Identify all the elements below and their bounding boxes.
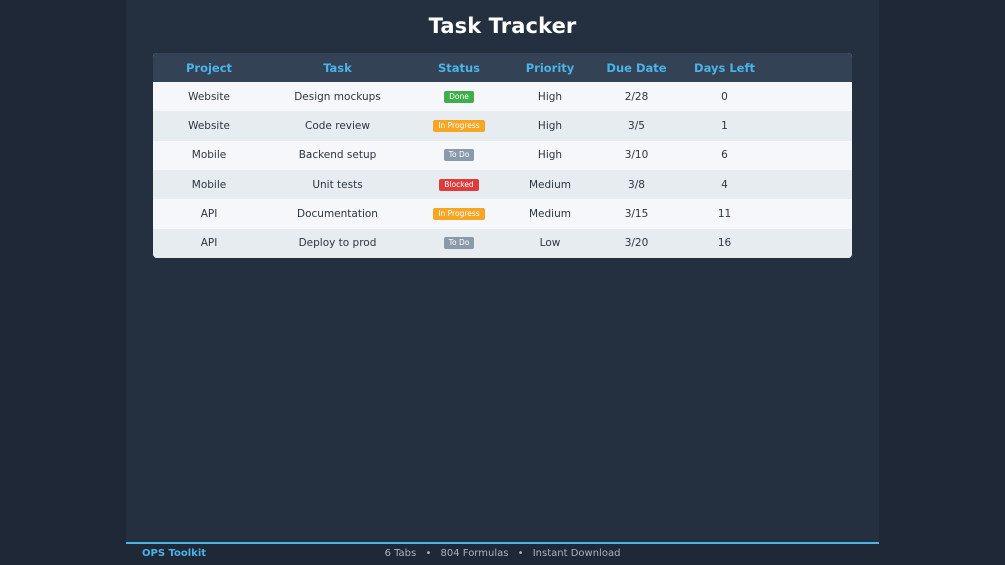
cell-status: To Do — [410, 149, 508, 162]
cell-task: Design mockups — [294, 90, 381, 103]
cell-days-left: 4 — [721, 178, 728, 191]
cell-project: Website — [188, 90, 230, 103]
column-header-project: Project — [185, 60, 233, 75]
footer: OPS Toolkit 6 Tabs • 804 Formulas • Inst… — [126, 542, 879, 565]
footer-item-tabs: 6 Tabs — [384, 548, 417, 559]
cell-status: In Progress — [410, 207, 508, 220]
column-header-days-left: Days Left — [694, 60, 755, 75]
status-badge: In Progress — [433, 207, 485, 220]
column-header-status: Status — [437, 60, 481, 75]
footer-item-formulas: 804 Formulas — [440, 548, 509, 559]
cell-days-left: 0 — [721, 90, 728, 103]
cell-priority: High — [537, 90, 563, 103]
column-header-due-date: Due Date — [606, 60, 667, 75]
table-row: API Documentation In Progress Medium 3/1… — [153, 199, 852, 229]
cell-priority: High — [537, 149, 563, 162]
task-table: Project Task Status Priority Due Date Da… — [153, 53, 852, 258]
page-title: Task Tracker — [428, 14, 577, 38]
cell-status: In Progress — [410, 119, 508, 132]
table-row: Mobile Backend setup To Do High 3/10 6 — [153, 140, 852, 170]
column-header-task: Task — [323, 60, 352, 75]
footer-separator: • — [517, 548, 524, 559]
cell-days-left: 16 — [717, 237, 732, 250]
table-row: Website Design mockups Done High 2/28 0 — [153, 82, 852, 112]
cell-days-left: 11 — [717, 207, 732, 220]
cell-project: API — [200, 207, 218, 220]
footer-info: 6 Tabs • 804 Formulas • Instant Download — [126, 548, 879, 559]
cell-task: Backend setup — [298, 149, 377, 162]
cell-task: Unit tests — [312, 178, 363, 191]
cell-due-date: 3/15 — [624, 207, 649, 220]
cell-task: Code review — [305, 119, 370, 132]
status-badge: To Do — [443, 237, 475, 250]
cell-project: Mobile — [191, 178, 227, 191]
footer-separator: • — [425, 548, 432, 559]
cell-priority: Medium — [529, 207, 571, 220]
cell-status: Done — [410, 90, 508, 103]
status-badge: To Do — [443, 149, 475, 162]
cell-days-left: 6 — [721, 149, 728, 162]
footer-item-download: Instant Download — [532, 548, 621, 559]
status-badge: Blocked — [439, 178, 479, 191]
cell-task: Documentation — [297, 207, 378, 220]
cell-due-date: 2/28 — [624, 90, 649, 103]
cell-priority: High — [537, 119, 563, 132]
cell-priority: Medium — [529, 178, 571, 191]
cell-due-date: 3/8 — [628, 178, 645, 191]
cell-status: To Do — [410, 237, 508, 250]
table-row: API Deploy to prod To Do Low 3/20 16 — [153, 228, 852, 258]
cell-project: Website — [188, 119, 230, 132]
cell-priority: Low — [539, 237, 561, 250]
cell-project: API — [200, 237, 218, 250]
table-row: Mobile Unit tests Blocked Medium 3/8 4 — [153, 169, 852, 200]
cell-due-date: 3/20 — [624, 237, 649, 250]
column-header-priority: Priority — [525, 60, 575, 75]
table-header: Project Task Status Priority Due Date Da… — [153, 53, 852, 82]
cell-status: Blocked — [410, 178, 508, 191]
status-badge: In Progress — [433, 119, 485, 132]
table-row: Website Code review In Progress High 3/5… — [153, 111, 852, 141]
page: Task Tracker Project Task Status Priorit… — [126, 0, 879, 565]
cell-project: Mobile — [191, 149, 227, 162]
status-badge: Done — [444, 90, 474, 103]
cell-due-date: 3/10 — [624, 149, 649, 162]
cell-days-left: 1 — [721, 119, 728, 132]
cell-due-date: 3/5 — [628, 119, 645, 132]
cell-task: Deploy to prod — [298, 237, 377, 250]
